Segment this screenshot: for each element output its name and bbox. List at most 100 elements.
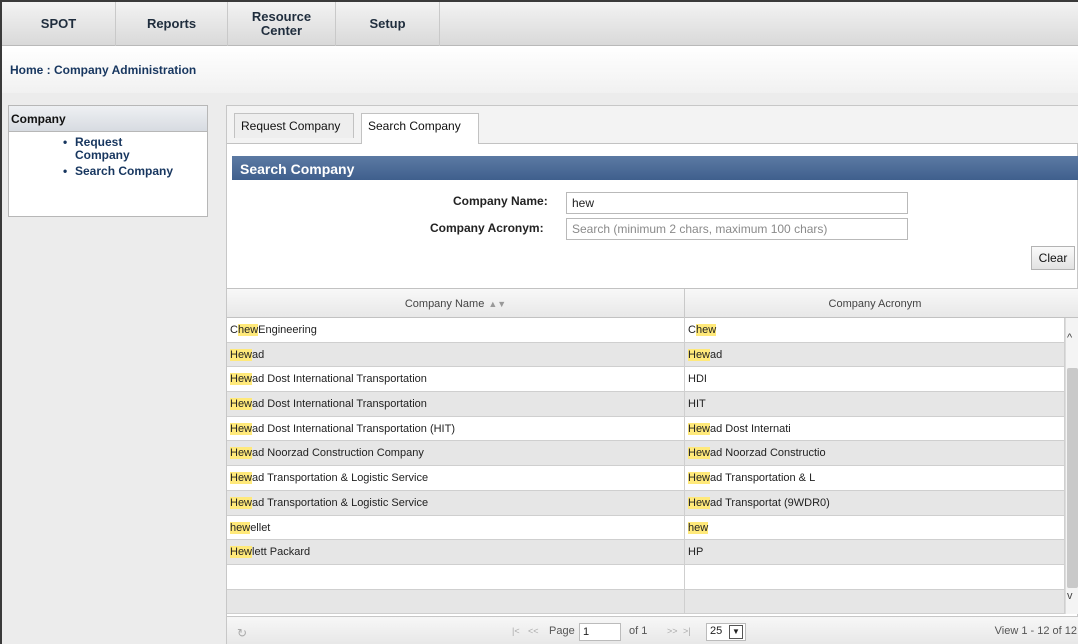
- cell-company-name: Hew ad Dost International Transportation …: [227, 416, 685, 441]
- match-highlight: Hew: [688, 496, 711, 509]
- cell-text: ad Transportat (9WDR0): [710, 496, 830, 509]
- column-header-label: Company Name: [404, 297, 485, 310]
- cell-company-name: Hew ad Transportation & Logistic Service: [227, 466, 685, 491]
- cell-company-acronym: Chew: [685, 318, 1065, 342]
- cell-text: C: [688, 324, 696, 336]
- sidebar-title: Company: [9, 106, 207, 132]
- cell-company-acronym: HIT: [685, 392, 1065, 417]
- table-row[interactable]: Hew ad Transportation & Logistic Service H…: [227, 466, 1065, 491]
- table-row[interactable]: hew ellet hew: [227, 515, 1065, 541]
- cell-text: ad Transportation & Logistic Service: [252, 472, 429, 485]
- first-page-icon[interactable]: |<: [512, 626, 520, 636]
- table-row[interactable]: Hew ad Hew ad: [227, 342, 1065, 368]
- app-frame: SPOT Reports Resource Center Setup Home …: [0, 0, 1078, 644]
- grid-body: Chew Engineering Chew Hew ad Hew ad Hew ad Dost…: [227, 318, 1065, 614]
- refresh-icon[interactable]: ↻: [237, 626, 247, 640]
- match-highlight: Hew: [230, 472, 253, 485]
- breadcrumb-bar: Home : Company Administration: [2, 47, 1078, 93]
- cell-text: lett Packard: [252, 546, 311, 559]
- company-acronym-label: Company Acronym:: [430, 221, 544, 235]
- sidebar-item-search-company[interactable]: Search Company: [63, 164, 207, 179]
- prev-page-icon[interactable]: <<: [528, 626, 539, 636]
- table-row[interactable]: Hew lett Packard HP: [227, 540, 1065, 565]
- breadcrumb-home-link[interactable]: Home: [10, 63, 43, 77]
- match-highlight: Hew: [230, 398, 253, 411]
- sidebar-list: Request Company Search Company: [9, 132, 207, 179]
- cell-text: ad Dost International Transportation: [252, 398, 427, 411]
- next-page-icon[interactable]: >>: [667, 626, 678, 636]
- company-name-input[interactable]: [566, 192, 908, 214]
- nav-resource-center[interactable]: Resource Center: [228, 2, 336, 46]
- sidebar-item-label: Search Company: [75, 164, 174, 178]
- last-page-icon[interactable]: >|: [683, 626, 691, 636]
- cell-company-name: Hew ad Dost International Transportation: [227, 392, 685, 417]
- cell-company-name: Hew lett Packard: [227, 540, 685, 565]
- table-row[interactable]: Hew ad Dost International Transportation …: [227, 416, 1065, 442]
- cell-company-acronym: Hew ad Dost Internati: [685, 416, 1065, 441]
- match-highlight: Hew: [230, 373, 253, 386]
- cell-company-acronym: Hew ad Noorzad Constructio: [685, 441, 1065, 466]
- cell-text: Engineering: [258, 324, 317, 336]
- scroll-up-icon[interactable]: ^: [1067, 332, 1072, 344]
- cell-company-name: Hew ad Dost International Transportation: [227, 367, 685, 392]
- cell-company-acronym: [685, 564, 1065, 589]
- cell-company-acronym: hew: [685, 515, 1065, 540]
- match-highlight: Hew: [688, 348, 711, 361]
- match-highlight: Hew: [688, 422, 711, 435]
- cell-text: HIT: [688, 398, 706, 411]
- cell-company-acronym: Hew ad Transportat (9WDR0): [685, 490, 1065, 515]
- cell-text: ad: [710, 348, 723, 361]
- breadcrumb-current: Company Administration: [54, 63, 197, 77]
- match-highlight: Hew: [230, 422, 253, 435]
- match-highlight: hew: [230, 521, 251, 534]
- scroll-thumb[interactable]: [1067, 368, 1078, 588]
- page-number-input[interactable]: [579, 623, 621, 641]
- nav-setup[interactable]: Setup: [336, 2, 440, 46]
- tab-bar: Request Company Search Company: [227, 106, 1078, 144]
- cell-text: ad Dost International Transportation: [252, 373, 427, 386]
- cell-text: HP: [688, 546, 704, 559]
- match-highlight: Hew: [230, 496, 253, 509]
- table-row[interactable]: Hew ad Transportation & Logistic Service H…: [227, 490, 1065, 516]
- pager: ↻ |< << Page of 1 >> >| 25 ▼ View 1 - 12…: [227, 616, 1078, 644]
- page-size-value: 25: [710, 625, 723, 637]
- table-row[interactable]: Hew ad Dost International Transportation H…: [227, 367, 1065, 393]
- cell-text: ad Dost Internati: [710, 422, 791, 435]
- grid-header: Company Name ▲▼ Company Acronym: [227, 288, 1078, 318]
- table-row[interactable]: [227, 589, 1065, 614]
- tab-request-company[interactable]: Request Company: [234, 113, 354, 138]
- nav-reports[interactable]: Reports: [116, 2, 228, 46]
- scroll-down-icon[interactable]: v: [1067, 590, 1073, 602]
- page-size-select[interactable]: 25 ▼: [706, 623, 746, 641]
- clear-button[interactable]: Clear: [1031, 246, 1075, 270]
- cell-company-name: [227, 589, 685, 614]
- nav-spot[interactable]: SPOT: [2, 2, 116, 46]
- tab-search-company[interactable]: Search Company: [361, 113, 479, 144]
- grid-scrollbar[interactable]: ^ v: [1065, 318, 1078, 614]
- cell-company-name: Chew Engineering: [227, 318, 685, 342]
- breadcrumb: Home : Company Administration: [10, 63, 196, 77]
- breadcrumb-separator: :: [43, 63, 55, 77]
- cell-text: ad Noorzad Construction Company: [252, 447, 424, 460]
- top-navigation: SPOT Reports Resource Center Setup: [2, 2, 1078, 46]
- match-highlight: hew: [695, 324, 717, 336]
- match-highlight: hew: [688, 521, 709, 534]
- page-count-label: of 1: [629, 625, 648, 637]
- table-row[interactable]: Hew ad Dost International Transportation H…: [227, 392, 1065, 417]
- cell-company-name: [227, 564, 685, 589]
- table-row[interactable]: Chew Engineering Chew: [227, 318, 1065, 343]
- company-acronym-input[interactable]: [566, 218, 908, 240]
- column-header-company-acronym[interactable]: Company Acronym: [685, 289, 1065, 318]
- match-highlight: Hew: [688, 447, 711, 460]
- table-row[interactable]: Hew ad Noorzad Construction Company Hew ad …: [227, 441, 1065, 467]
- match-highlight: Hew: [230, 546, 253, 559]
- chevron-down-icon[interactable]: ▼: [729, 625, 743, 639]
- main-panel: Request Company Search Company Search Co…: [226, 105, 1078, 644]
- cell-company-acronym: Hew ad: [685, 342, 1065, 367]
- sidebar-item-request-company[interactable]: Request Company: [63, 136, 207, 162]
- nav-resource-center-label: Resource Center: [251, 9, 312, 38]
- cell-text: ad Dost International Transportation (HI…: [252, 422, 455, 435]
- column-header-company-name[interactable]: Company Name ▲▼: [227, 289, 685, 318]
- cell-text: ad Transportation & L: [710, 472, 816, 485]
- table-row[interactable]: [227, 564, 1065, 590]
